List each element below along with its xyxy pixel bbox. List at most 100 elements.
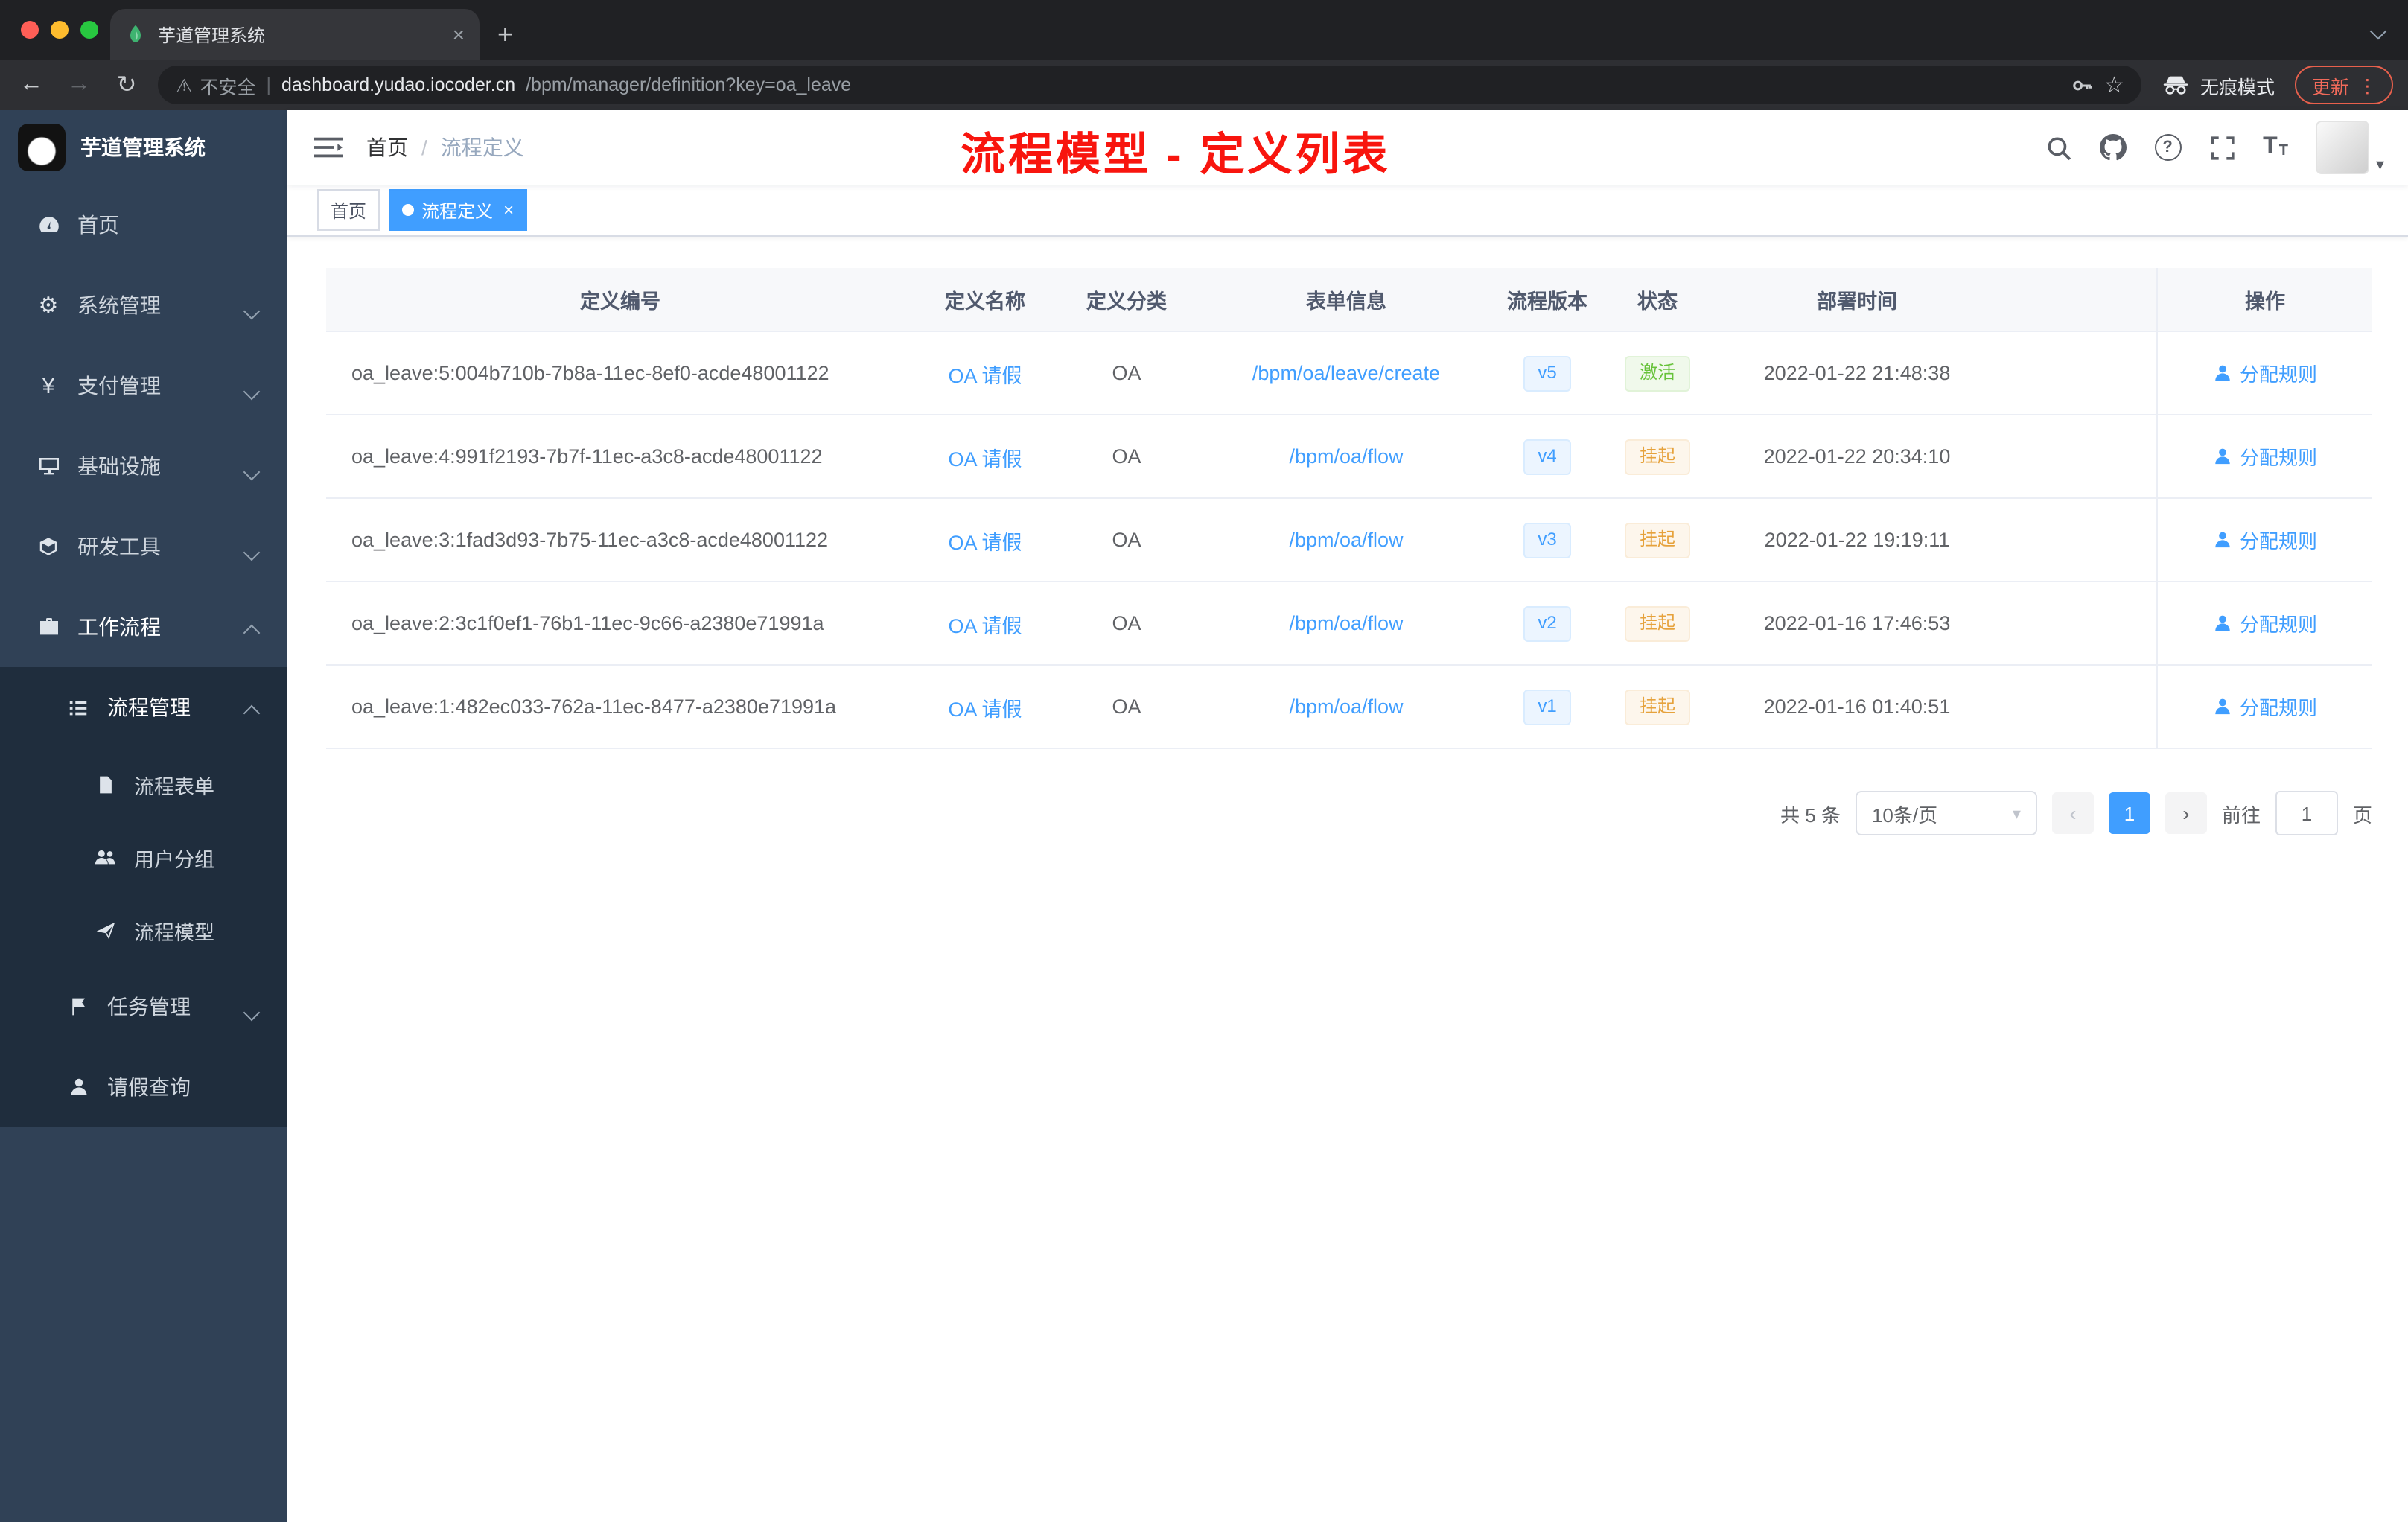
dashboard-icon (36, 213, 61, 237)
pagination: 共 5 条 10条/页 ▾ ‹ 1 › 前往 1 页 (326, 791, 2372, 835)
breadcrumb-home[interactable]: 首页 (366, 133, 408, 162)
security-label: 不安全 (200, 77, 256, 98)
tag-close-icon[interactable]: × (503, 200, 514, 220)
assign-rule-link[interactable]: 分配规则 (2213, 609, 2317, 637)
tab-search-icon[interactable] (2369, 18, 2387, 45)
assign-rule-link[interactable]: 分配规则 (2213, 692, 2317, 721)
definition-name-link[interactable]: OA 请假 (948, 692, 1022, 722)
sidebar-item-leave-query[interactable]: 请假查询 (0, 1047, 287, 1127)
col-actions: 操作 (2156, 268, 2372, 331)
cell-deploy-time: 2022-01-22 19:19:11 (1764, 529, 1950, 551)
font-size-icon[interactable]: TT (2263, 135, 2288, 159)
new-tab-button[interactable]: + (497, 19, 513, 51)
assign-rule-link[interactable]: 分配规则 (2213, 359, 2317, 387)
chevron-up-icon (243, 620, 261, 643)
form-link[interactable]: /bpm/oa/flow (1289, 612, 1403, 634)
sidebar-item-home[interactable]: 首页 (0, 185, 287, 265)
sidebar-item-workflow[interactable]: 工作流程 (0, 587, 287, 667)
table-row: oa_leave:5:004b710b-7b8a-11ec-8ef0-acde4… (326, 332, 2372, 415)
version-tag: v4 (1523, 439, 1572, 474)
annotation-overlay: 流程模型 - 定义列表 (961, 131, 1391, 180)
user-icon (66, 1077, 91, 1098)
goto-page-input[interactable]: 1 (2275, 791, 2338, 835)
help-icon[interactable]: ? (2154, 134, 2182, 161)
form-link[interactable]: /bpm/oa/flow (1289, 695, 1403, 718)
total-count: 共 5 条 (1780, 803, 1841, 826)
minimize-window-button[interactable] (51, 21, 69, 39)
caret-down-icon: ▾ (2375, 156, 2384, 174)
cell-category: OA (1112, 695, 1141, 718)
sidebar-item-infrastructure[interactable]: 基础设施 (0, 426, 287, 506)
assign-rule-link[interactable]: 分配规则 (2213, 442, 2317, 471)
more-menu-icon[interactable]: ⋮ (2358, 74, 2377, 96)
key-icon[interactable] (2071, 74, 2094, 96)
tag-process-definition[interactable]: 流程定义 × (389, 189, 528, 231)
breadcrumb-separator: / (421, 136, 427, 159)
cell-deploy-time: 2022-01-22 20:34:10 (1763, 445, 1951, 468)
form-link[interactable]: /bpm/oa/flow (1289, 529, 1403, 551)
next-page-button[interactable]: › (2165, 792, 2207, 834)
sidebar-item-task-mgmt[interactable]: 任务管理 (0, 967, 287, 1047)
page-size-select[interactable]: 10条/页 ▾ (1855, 791, 2037, 835)
cell-definition-id: oa_leave:5:004b710b-7b8a-11ec-8ef0-acde4… (351, 362, 829, 384)
reload-button[interactable]: ↻ (110, 70, 143, 100)
incognito-label: 无痕模式 (2200, 77, 2275, 98)
update-button[interactable]: 更新 ⋮ (2295, 66, 2393, 104)
assign-rule-link[interactable]: 分配规则 (2213, 526, 2317, 554)
prev-page-button[interactable]: ‹ (2051, 792, 2094, 834)
app-logo-row: 芋道管理系统 (0, 110, 287, 185)
col-version: 流程版本 (1507, 290, 1587, 313)
sidebar-item-process-form[interactable]: 流程表单 (0, 748, 287, 821)
back-button[interactable]: ← (15, 71, 48, 98)
close-window-button[interactable] (21, 21, 39, 39)
cell-deploy-time: 2022-01-16 01:40:51 (1763, 695, 1951, 718)
goto-label: 前往 (2221, 803, 2261, 826)
avatar[interactable] (2316, 121, 2370, 174)
table-row: oa_leave:2:3c1f0ef1-76b1-11ec-9c66-a2380… (326, 582, 2372, 666)
form-link[interactable]: /bpm/oa/flow (1289, 445, 1403, 468)
definition-name-link[interactable]: OA 请假 (948, 442, 1022, 471)
tag-dot (402, 204, 415, 216)
tag-home[interactable]: 首页 (317, 189, 380, 231)
browser-tab[interactable]: 芋道管理系统 × (110, 9, 480, 60)
user-icon (2215, 448, 2230, 465)
forward-button[interactable]: → (63, 71, 95, 98)
page-number-button[interactable]: 1 (2108, 792, 2150, 834)
tab-close-icon[interactable]: × (453, 22, 465, 46)
cell-category: OA (1112, 529, 1141, 551)
workflow-submenu: 流程管理 流程表单 用户分组 流程模型 任务管理 请假查询 (0, 667, 287, 1127)
tab-title: 芋道管理系统 (158, 25, 266, 45)
col-deploy-time: 部署时间 (1817, 290, 1897, 313)
sidebar-item-process-mgmt[interactable]: 流程管理 (0, 667, 287, 748)
tab-favicon-icon (130, 25, 141, 42)
sidebar-item-process-model[interactable]: 流程模型 (0, 894, 287, 967)
sidebar-item-user-group[interactable]: 用户分组 (0, 821, 287, 894)
cell-category: OA (1112, 445, 1141, 468)
goto-unit: 页 (2352, 803, 2372, 826)
definition-name-link[interactable]: OA 请假 (948, 608, 1022, 638)
address-bar[interactable]: ⚠ 不安全 | dashboard.yudao.iocoder.cn /bpm/… (158, 66, 2142, 104)
sidebar-item-devtools[interactable]: 研发工具 (0, 506, 287, 587)
fullscreen-icon[interactable] (2209, 135, 2235, 160)
zoom-window-button[interactable] (80, 21, 98, 39)
sidebar-item-system[interactable]: ⚙ 系统管理 (0, 265, 287, 346)
sidebar: 芋道管理系统 首页 ⚙ 系统管理 ¥ 支付管理 基础设施 研发工具 工作流程 流… (0, 110, 287, 1522)
bookmark-star-icon[interactable]: ☆ (2104, 71, 2124, 98)
yen-icon: ¥ (42, 373, 55, 398)
definition-name-link[interactable]: OA 请假 (948, 358, 1022, 388)
cell-definition-id: oa_leave:1:482ec033-762a-11ec-8477-a2380… (351, 695, 837, 718)
page-content: 定义编号 定义名称 定义分类 表单信息 流程版本 状态 部署时间 操作 oa_l… (287, 237, 2408, 1522)
security-warning-icon: ⚠ (176, 75, 193, 96)
form-link[interactable]: /bpm/oa/leave/create (1252, 362, 1440, 384)
chevron-down-icon (243, 298, 261, 322)
user-menu[interactable]: ▾ (2316, 121, 2384, 174)
table-row: oa_leave:3:1fad3d93-7b75-11ec-a3c8-acde4… (326, 499, 2372, 582)
definition-name-link[interactable]: OA 请假 (948, 525, 1022, 555)
github-icon[interactable] (2099, 134, 2127, 161)
search-icon[interactable] (2045, 135, 2071, 160)
app-title: 芋道管理系统 (80, 136, 206, 159)
col-form-info: 表单信息 (1306, 290, 1386, 313)
status-badge: 挂起 (1624, 689, 1690, 725)
sidebar-item-payment[interactable]: ¥ 支付管理 (0, 346, 287, 426)
hamburger-icon[interactable] (314, 136, 343, 159)
